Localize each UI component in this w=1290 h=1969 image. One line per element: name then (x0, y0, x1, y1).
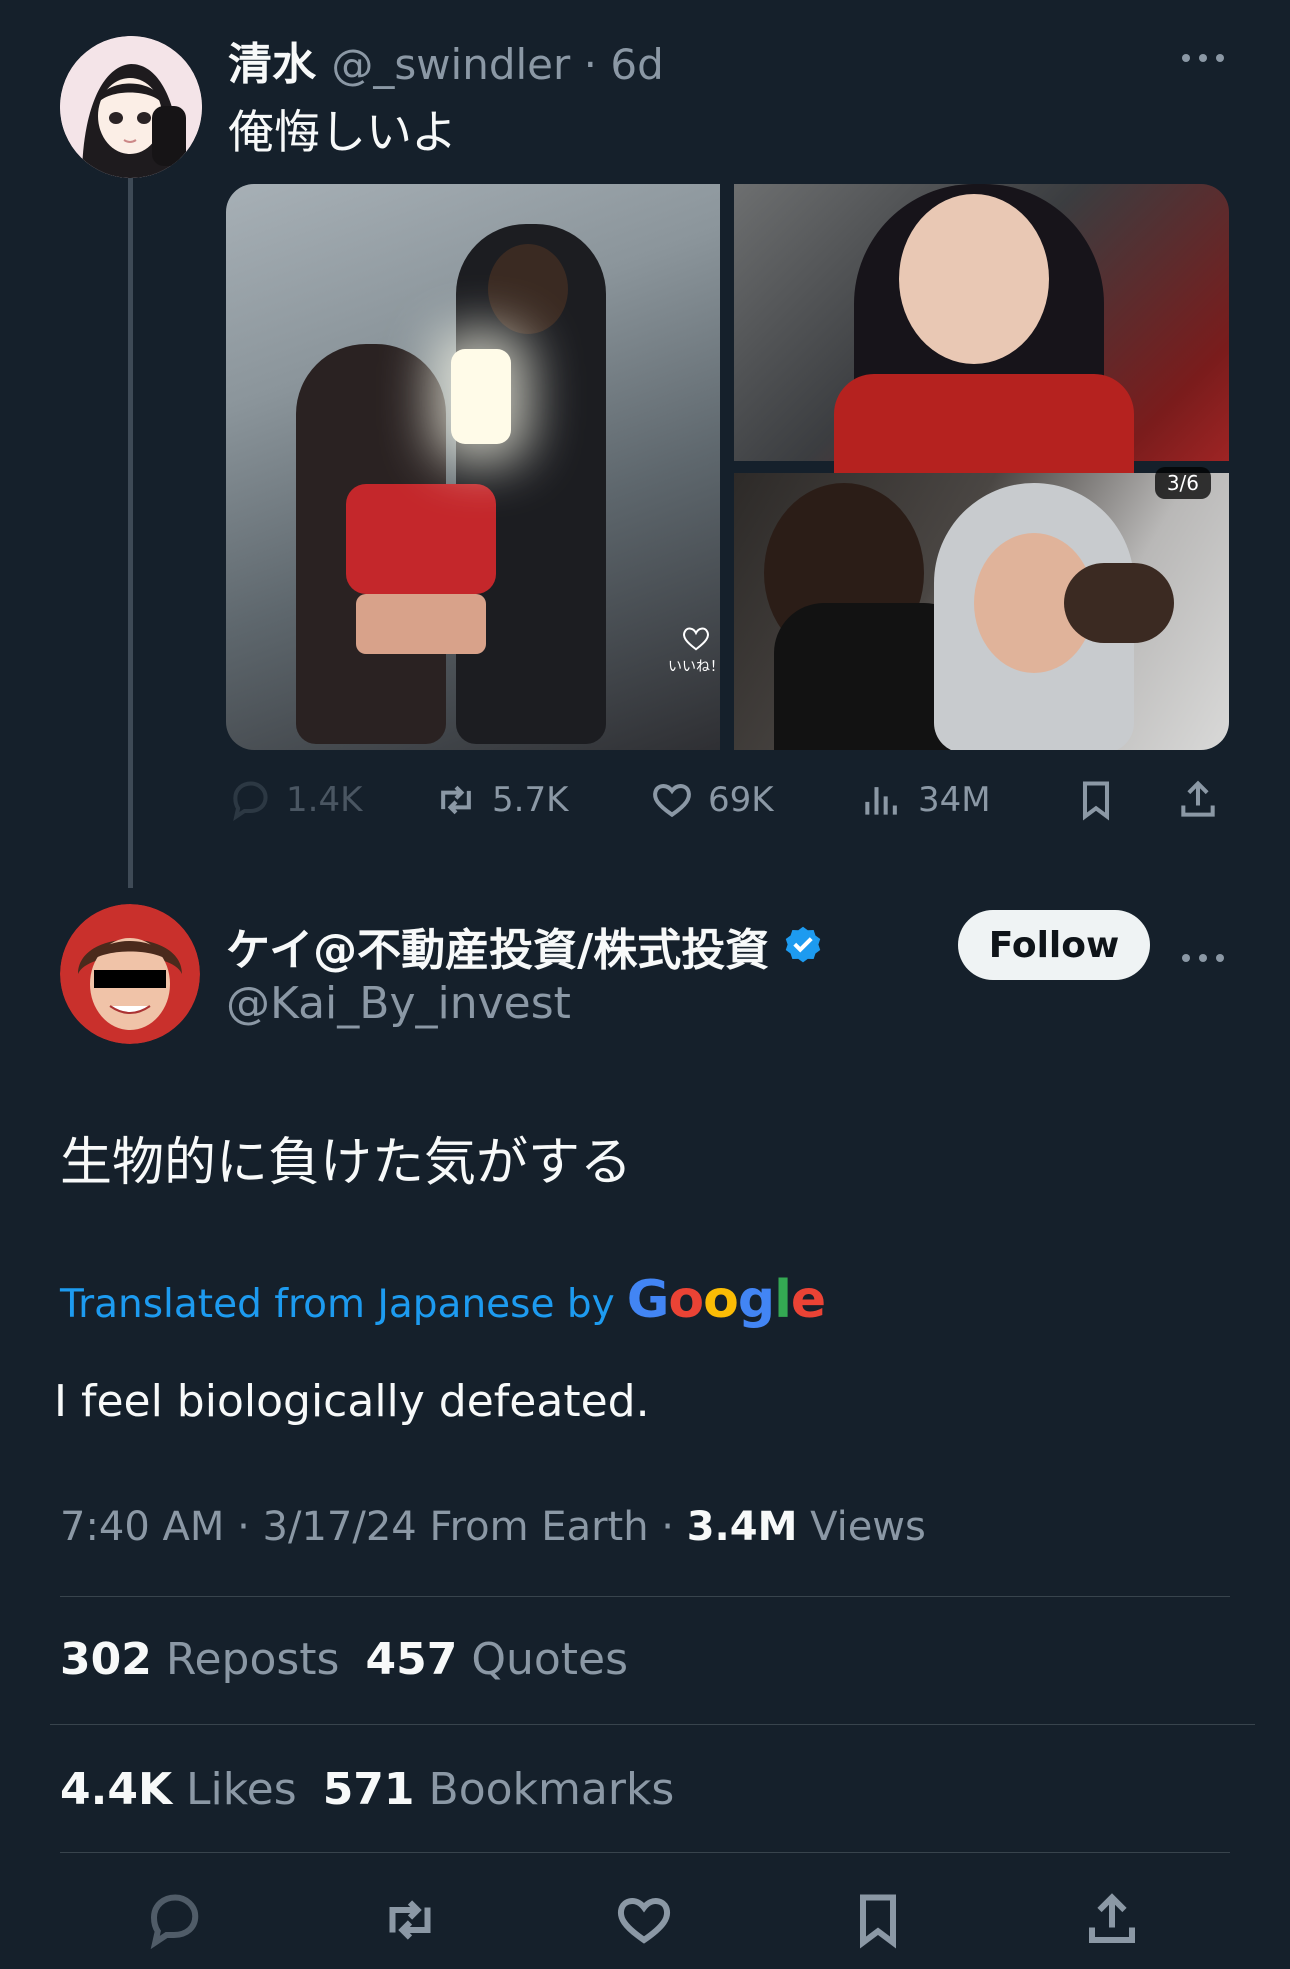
follow-button[interactable]: Follow (958, 910, 1150, 980)
bookmark-button[interactable] (848, 1890, 908, 1954)
share-button[interactable] (1082, 1890, 1142, 1954)
tweet-timestamp[interactable]: 7:40 AM · 3/17/24 From Earth · (60, 1504, 687, 1550)
translation-attribution[interactable]: Translated from Japanese by Google (60, 1270, 827, 1330)
like-icon (653, 784, 691, 818)
more-icon[interactable] (1180, 36, 1226, 77)
views-icon (865, 787, 897, 815)
like-button[interactable] (614, 1890, 674, 1954)
repost-button[interactable] (380, 1890, 440, 1954)
reply-button[interactable]: 1.4K (228, 778, 362, 822)
reply-count: 1.4K (286, 780, 363, 820)
media-image-2[interactable] (734, 184, 1229, 474)
views-count: 34M (918, 780, 991, 820)
media-counter-badge: 3/6 (1154, 467, 1211, 499)
quotes-label[interactable]: Quotes (457, 1634, 628, 1685)
more-icon[interactable] (1180, 936, 1226, 977)
quoted-display-name[interactable]: 清水 (228, 39, 316, 90)
translated-text: I feel biologically defeated. (54, 1376, 650, 1427)
main-action-bar (0, 1890, 1290, 1950)
reposts-label[interactable]: Reposts (152, 1634, 340, 1685)
quoted-time-separator: · (570, 40, 611, 89)
quoted-action-bar: 1.4K 5.7K 69K 34M (228, 778, 1228, 828)
repost-quote-stats: 302 Reposts 457 Quotes (60, 1634, 654, 1685)
bookmark-icon (1082, 781, 1110, 821)
likes-label[interactable]: Likes (172, 1764, 297, 1815)
tweet-metadata: 7:40 AM · 3/17/24 From Earth · 3.4M View… (60, 1504, 926, 1550)
likes-count[interactable]: 4.4K (60, 1764, 172, 1815)
media-image-1[interactable]: いいね！ (226, 184, 724, 750)
main-display-name[interactable]: ケイ@不動産投資/株式投資 (226, 914, 769, 978)
reply-button[interactable] (144, 1890, 204, 1954)
main-author-name[interactable]: ケイ@不動産投資/株式投資 (226, 914, 825, 978)
reposts-count[interactable]: 302 (60, 1634, 152, 1685)
views-total: 3.4M (686, 1504, 798, 1550)
thread-connector-line (128, 178, 133, 888)
like-button[interactable]: 69K (650, 778, 774, 822)
media-image-3[interactable]: 3/6 (734, 467, 1229, 750)
repost-icon (389, 1900, 431, 1940)
avatar-kai[interactable] (60, 904, 200, 1044)
verified-icon (785, 926, 821, 963)
media-grid[interactable]: いいね！ 3/6 (226, 184, 1229, 750)
repost-icon (441, 785, 471, 815)
like-icon (617, 1898, 671, 1944)
image-overlay-like-text: いいね！ (668, 659, 724, 675)
bookmarks-count[interactable]: 571 (323, 1764, 415, 1815)
reply-icon (233, 781, 268, 821)
reply-icon (150, 1894, 199, 1950)
main-tweet-text: 生物的に負けた気がする (60, 1133, 633, 1193)
bookmark-icon (860, 1894, 896, 1949)
bookmarks-label[interactable]: Bookmarks (415, 1764, 675, 1815)
views-label: Views (797, 1504, 926, 1550)
views-button[interactable]: 34M (860, 778, 991, 822)
repost-count: 5.7K (492, 780, 569, 820)
share-button[interactable] (1176, 778, 1220, 822)
like-count: 69K (708, 780, 774, 820)
avatar-swindler[interactable] (60, 36, 202, 178)
quotes-count[interactable]: 457 (365, 1634, 457, 1685)
image-overlay-like: いいね！ (666, 624, 726, 676)
divider (60, 1596, 1230, 1597)
divider (50, 1724, 1255, 1725)
likes-bookmarks-stats: 4.4K Likes 571 Bookmarks (60, 1764, 700, 1815)
divider (60, 1852, 1230, 1853)
bookmark-button[interactable] (1074, 778, 1118, 822)
share-icon (1089, 1893, 1135, 1943)
quoted-handle[interactable]: @_swindler (331, 40, 570, 89)
main-handle[interactable]: @Kai_By_invest (226, 978, 571, 1029)
repost-button[interactable]: 5.7K (434, 778, 568, 822)
translated-label[interactable]: Translated from Japanese by (60, 1282, 615, 1327)
google-logo: Google (626, 1270, 827, 1330)
quoted-author-name[interactable]: 清水 @_swindler · 6d (228, 28, 664, 92)
quoted-tweet-text: 俺悔しいよ (228, 105, 458, 159)
share-icon (1181, 780, 1215, 817)
quoted-time[interactable]: 6d (610, 40, 663, 89)
